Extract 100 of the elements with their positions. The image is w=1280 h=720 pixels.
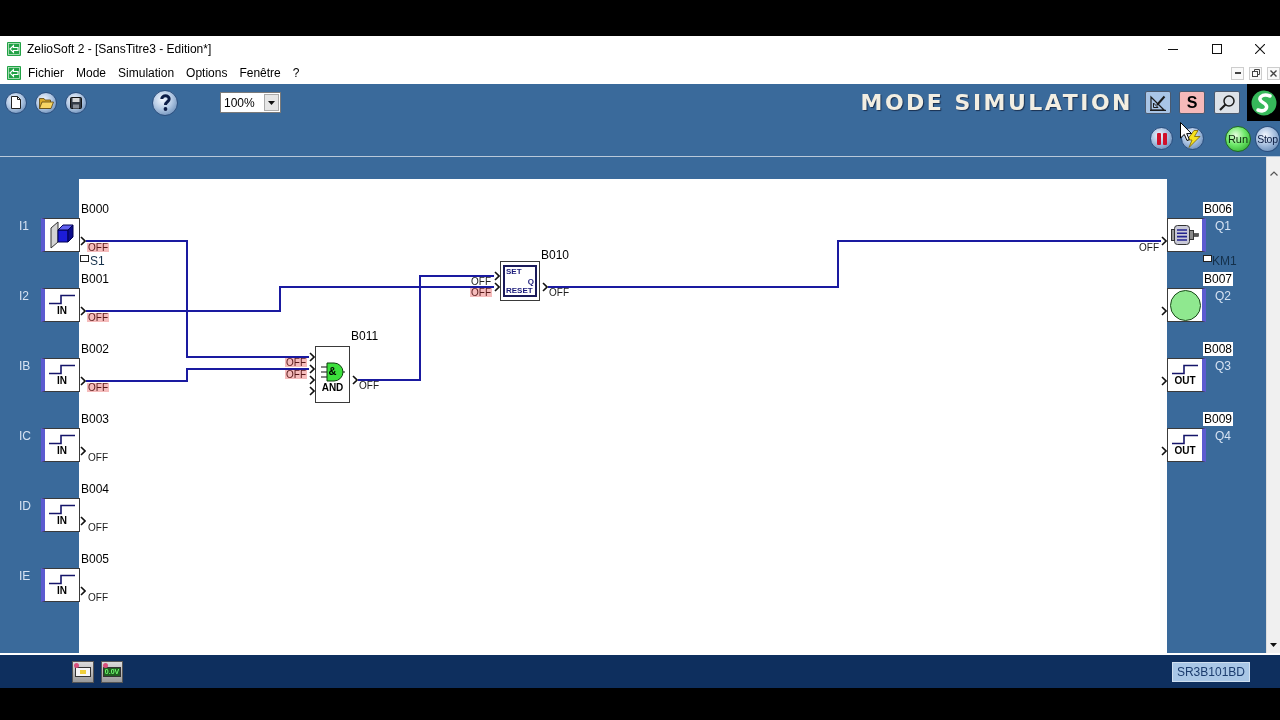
menu-item[interactable]: ?	[286, 64, 306, 82]
block-caption: IN	[57, 306, 67, 316]
block-id: B005	[81, 552, 110, 566]
pin-state-label: OFF	[87, 243, 109, 252]
tag-label: S1	[90, 254, 105, 268]
maximize-icon	[1212, 44, 1222, 54]
block-caption: IN	[57, 586, 67, 596]
document-restore-button[interactable]	[1249, 66, 1262, 80]
help-icon	[159, 94, 171, 111]
menu-item[interactable]: Options	[180, 64, 234, 82]
block-caption: IN	[57, 446, 67, 456]
app-icon	[7, 42, 21, 56]
pause-button[interactable]	[1150, 127, 1173, 150]
page-icon	[11, 96, 21, 109]
edit-mode-button[interactable]	[1145, 91, 1171, 114]
document-close-button[interactable]	[1267, 66, 1280, 80]
block-caption: IN	[57, 376, 67, 386]
step-signal-icon	[1171, 364, 1199, 375]
symbol-label: RESET	[506, 286, 533, 295]
stop-button[interactable]: Stop	[1255, 125, 1280, 152]
pin-state-label: OFF	[87, 523, 109, 532]
minimize-icon	[1168, 48, 1178, 50]
menu-item[interactable]: Mode	[70, 64, 113, 82]
mouse-cursor-icon	[1180, 122, 1192, 141]
step-signal-icon	[48, 294, 76, 305]
block-caption: AND	[321, 383, 344, 393]
and-gate-icon	[320, 362, 345, 382]
tag-label: KM1	[1212, 254, 1237, 268]
step-signal-icon	[48, 434, 76, 445]
block-id: B011	[351, 329, 379, 343]
step-signal-icon	[48, 574, 76, 585]
menu-item[interactable]: Simulation	[112, 64, 181, 82]
terminal-label: IB	[19, 359, 31, 373]
pin-state-label: OFF	[285, 370, 307, 379]
save-button[interactable]	[65, 91, 87, 114]
search-icon	[1219, 94, 1235, 111]
dropdown-arrow-button[interactable]	[264, 94, 279, 111]
block-id: B009	[1203, 412, 1234, 426]
set-square-pencil-icon	[1150, 94, 1166, 111]
terminal-label: I1	[19, 219, 29, 233]
pin-state-label: OFF	[87, 383, 109, 392]
symbol-label: SET	[506, 267, 522, 276]
block-caption: OUT	[1174, 376, 1196, 386]
step-signal-icon	[48, 504, 76, 515]
pin-state-label: OFF	[285, 358, 307, 367]
pin-state-label: OFF	[87, 593, 109, 602]
zoom-dropdown[interactable]: 100%	[220, 92, 281, 113]
new-file-button[interactable]	[5, 91, 27, 114]
scroll-up-icon[interactable]	[1269, 171, 1278, 176]
open-button[interactable]	[35, 91, 57, 114]
close-icon	[1254, 44, 1265, 54]
block-caption: IN	[57, 516, 67, 526]
front-panel-button[interactable]	[72, 660, 94, 683]
terminal-label: I2	[19, 289, 29, 303]
logo-button[interactable]	[1247, 84, 1280, 121]
block-id: B002	[81, 342, 110, 356]
terminal-label: IE	[19, 569, 31, 583]
menu-item[interactable]: Fenêtre	[233, 64, 287, 82]
panel-icon	[75, 666, 91, 677]
terminal-label: Q3	[1215, 359, 1231, 373]
folder-icon	[38, 96, 54, 109]
module-label: SR3B101BD	[1171, 661, 1250, 682]
minimize-icon	[1234, 72, 1241, 74]
simulation-mode-button[interactable]: S	[1179, 91, 1205, 114]
help-button[interactable]	[152, 89, 178, 116]
mode-title: MODE SIMULATION	[860, 90, 1133, 115]
restore-icon	[1251, 69, 1260, 77]
square-icon	[80, 255, 89, 262]
block-id: B010	[541, 248, 570, 262]
step-signal-icon	[1171, 434, 1199, 445]
menu-item[interactable]: Fichier	[22, 64, 70, 82]
scroll-down-icon[interactable]	[1270, 643, 1277, 647]
symbol-label: Q	[527, 277, 534, 286]
terminal-label: Q4	[1215, 429, 1231, 443]
pin-state-label: OFF	[358, 381, 380, 390]
gate-symbol: &	[328, 365, 337, 377]
pin-state-label: OFF	[1138, 243, 1160, 252]
terminal-label: Q1	[1215, 219, 1231, 233]
block-id: B007	[1203, 272, 1234, 286]
run-button[interactable]: Run	[1225, 125, 1251, 152]
monitoring-mode-button[interactable]	[1214, 91, 1240, 114]
document-minimize-button[interactable]	[1231, 66, 1244, 80]
block-id: B008	[1203, 342, 1234, 356]
block-id: B003	[81, 412, 110, 426]
block-id: B001	[81, 272, 110, 286]
block-id: B006	[1203, 202, 1234, 216]
pin-state-label: OFF	[548, 288, 570, 297]
indicator-dot-icon	[74, 662, 79, 668]
pause-icon	[1156, 132, 1167, 145]
app-icon	[7, 66, 21, 80]
vertical-scrollbar[interactable]	[1266, 157, 1280, 653]
pushbutton-icon	[50, 221, 74, 249]
pin-state-label: OFF	[470, 288, 492, 297]
window-title: ZelioSoft 2 - [SansTitre3 - Edition*]	[27, 42, 212, 56]
pin-state-label: OFF	[470, 277, 492, 286]
block-id: B004	[81, 482, 110, 496]
pin-state-label: OFF	[87, 453, 109, 462]
step-signal-icon	[48, 364, 76, 375]
block-id: B000	[81, 202, 110, 216]
swirl-logo-icon	[1250, 89, 1277, 116]
